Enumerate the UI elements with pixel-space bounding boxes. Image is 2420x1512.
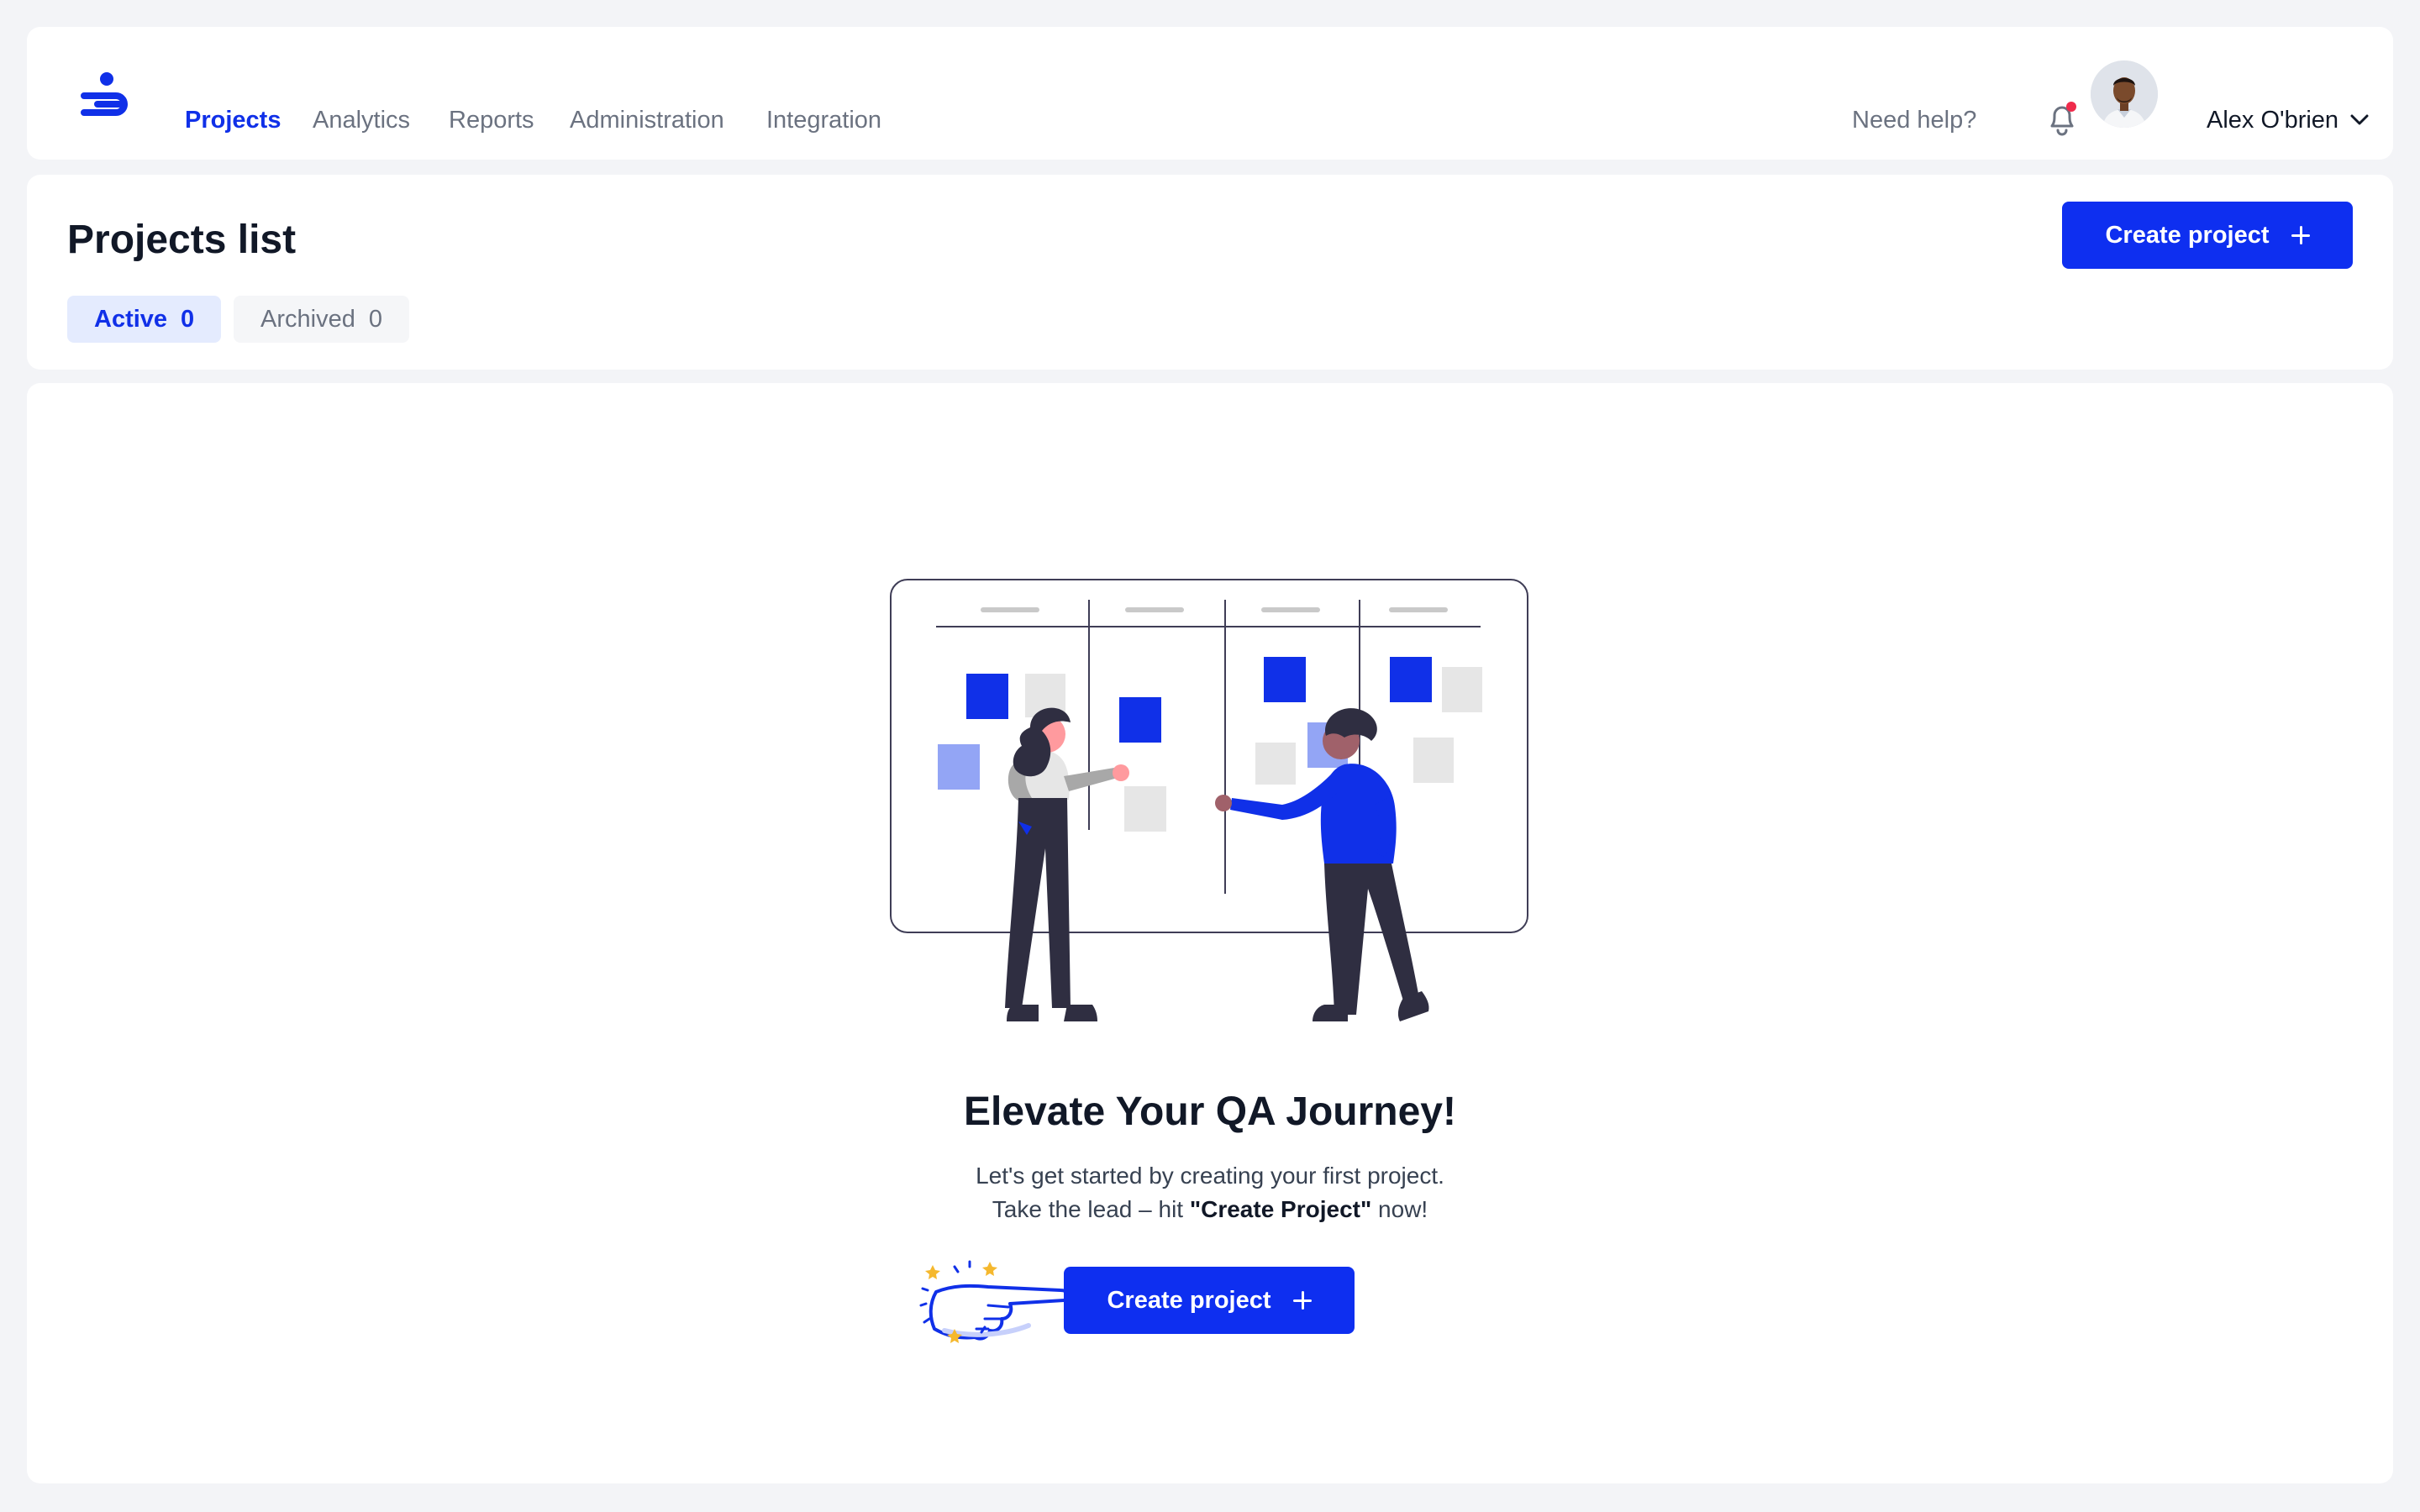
tab-count: 0 — [368, 305, 382, 333]
create-project-label: Create project — [2105, 221, 2270, 249]
user-menu[interactable]: Alex O'brien — [2207, 106, 2369, 134]
notification-dot — [2066, 102, 2076, 112]
empty-state-create-project-button[interactable]: Create project — [1064, 1267, 1355, 1334]
tab-archived[interactable]: Archived 0 — [234, 296, 409, 343]
nav-administration[interactable]: Administration — [570, 106, 724, 134]
kanban-board-illustration — [890, 579, 1528, 1021]
tab-count: 0 — [181, 305, 195, 333]
top-navigation-bar: Projects Analytics Reports Administratio… — [27, 27, 2393, 160]
chevron-down-icon — [2350, 114, 2369, 125]
page-title: Projects list — [67, 218, 297, 262]
tab-active[interactable]: Active 0 — [67, 296, 222, 343]
page-header: Projects list Create project Active 0 Ar… — [27, 175, 2393, 370]
nav-analytics[interactable]: Analytics — [313, 106, 410, 134]
cta-prefix: Take the lead – hit — [992, 1196, 1190, 1222]
create-project-label: Create project — [1107, 1286, 1271, 1314]
user-name: Alex O'brien — [2207, 107, 2339, 134]
empty-state-call-to-action: Take the lead – hit "Create Project" now… — [27, 1193, 2393, 1226]
plus-icon — [2291, 226, 2310, 244]
empty-state-heading: Elevate Your QA Journey! — [964, 1089, 1456, 1134]
cta-emphasis: "Create Project" — [1189, 1196, 1372, 1222]
user-avatar[interactable] — [2091, 60, 2158, 128]
create-project-button[interactable]: Create project — [2062, 202, 2353, 269]
pointing-hand-icon — [919, 1260, 1071, 1343]
avatar-portrait-icon — [2091, 60, 2158, 128]
plus-icon — [1292, 1291, 1312, 1310]
tab-label: Active — [94, 305, 168, 333]
nav-integration[interactable]: Integration — [766, 106, 881, 134]
nav-reports[interactable]: Reports — [449, 106, 534, 134]
cta-suffix: now! — [1371, 1196, 1428, 1222]
empty-state-description: Let's get started by creating your first… — [976, 1163, 1444, 1189]
nav-projects[interactable]: Projects — [185, 106, 281, 134]
brand-logo-icon[interactable] — [79, 71, 134, 119]
projects-empty-state: Elevate Your QA Journey! Let's get start… — [27, 383, 2393, 1483]
tab-label: Archived — [260, 305, 355, 333]
bell-icon[interactable] — [2045, 101, 2079, 138]
need-help-link[interactable]: Need help? — [1852, 106, 1976, 134]
